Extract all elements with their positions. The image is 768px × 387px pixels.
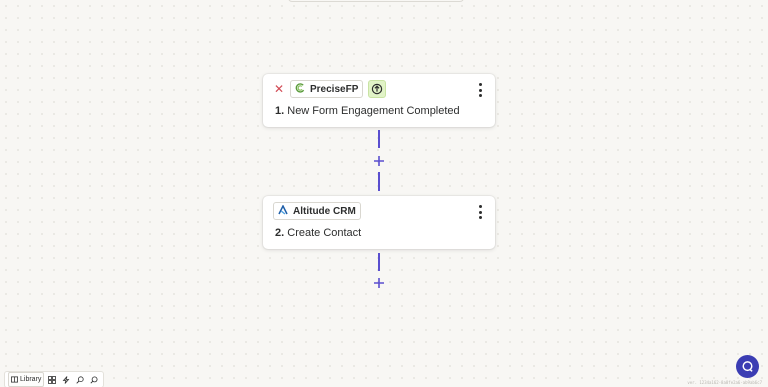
workflow-canvas[interactable]: ✕ PreciseFP 1. New Form Engagement Compl… [0,0,768,387]
library-icon [11,376,18,383]
step-number: 2. [275,227,285,239]
close-icon[interactable]: ✕ [273,81,285,97]
library-label: Library [20,376,42,383]
zoom-icon[interactable] [74,373,86,386]
trigger-icon[interactable] [368,80,387,98]
connector-line [378,253,380,271]
chat-support-button[interactable] [736,355,759,378]
step-event: New Form Engagement Completed [287,105,460,117]
version-text: ver. 1234a162-8a8fe2a6-ab9ab6c7 [687,380,762,385]
app-chip-precisefp[interactable]: PreciseFP [290,80,364,98]
precisefp-logo-icon [295,82,305,96]
step-card-action[interactable]: Altitude CRM 2. Create Contact [263,196,495,249]
add-step-button[interactable] [371,275,387,291]
step-event: Create Contact [287,227,362,239]
plus-icon [374,278,384,288]
connector-line [378,172,380,191]
top-panel-tab[interactable] [288,0,464,2]
library-button[interactable]: Library [8,372,45,387]
chat-icon [742,361,753,372]
app-name: Altitude CRM [293,205,356,217]
bottom-toolbar: Library [4,371,105,387]
add-step-button[interactable] [371,153,387,169]
step-header: ✕ PreciseFP [273,80,387,98]
step-header: Altitude CRM [273,202,361,220]
altitude-crm-logo-icon [278,203,288,218]
step-title: 2. Create Contact [275,227,361,239]
lightning-icon[interactable] [60,373,72,386]
step-card-trigger[interactable]: ✕ PreciseFP 1. New Form Engagement Compl… [263,74,495,127]
more-options-icon[interactable] [476,205,484,219]
app-name: PreciseFP [310,83,359,95]
plus-icon [374,156,384,166]
apps-grid-icon[interactable] [46,373,58,386]
step-number: 1. [275,105,285,117]
search-icon[interactable] [88,373,100,386]
app-chip-altitude-crm[interactable]: Altitude CRM [273,202,361,220]
connector-line [378,130,380,148]
step-title: 1. New Form Engagement Completed [275,105,460,117]
more-options-icon[interactable] [476,83,484,97]
